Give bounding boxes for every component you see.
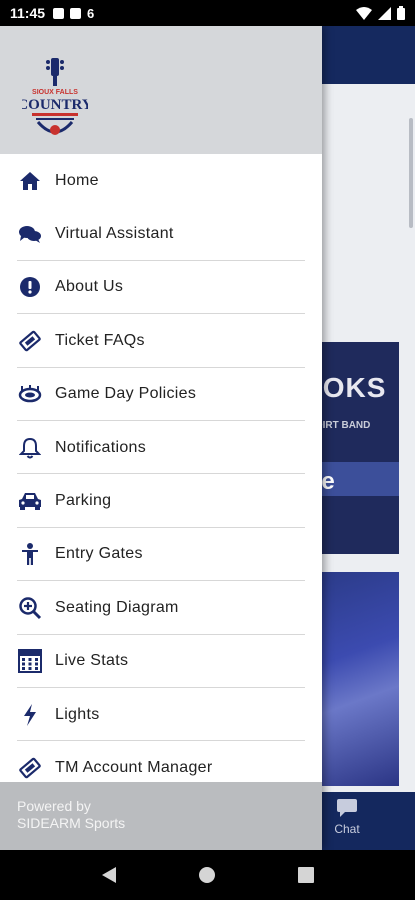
- menu-item-label: Notifications: [55, 438, 147, 456]
- navigation-drawer: SIOUX FALLS COUNTRY Home Virtual Assista…: [0, 26, 322, 850]
- drawer-menu: Home Virtual Assistant About Us Ticket F…: [0, 154, 322, 795]
- menu-item-label: Game Day Policies: [55, 385, 197, 403]
- system-nav-bar: [0, 850, 415, 900]
- menu-item-virtual-assistant[interactable]: Virtual Assistant: [0, 207, 322, 261]
- drawer-footer: Powered by SIDEARM Sports: [0, 782, 322, 850]
- menu-item-lights[interactable]: Lights: [0, 688, 322, 742]
- menu-item-label: Live Stats: [55, 652, 129, 670]
- signal-icon: [378, 6, 391, 20]
- sync-icon: 6: [87, 5, 95, 21]
- ticket-icon: [17, 755, 43, 781]
- wifi-icon: [356, 6, 372, 20]
- menu-item-game-day-policies[interactable]: Game Day Policies: [0, 368, 322, 421]
- menu-item-label: Ticket FAQs: [55, 331, 145, 349]
- svg-text:COUNTRY: COUNTRY: [22, 97, 88, 113]
- menu-item-home[interactable]: Home: [0, 154, 322, 207]
- chat-tab[interactable]: Chat: [326, 798, 368, 836]
- back-icon[interactable]: [101, 866, 117, 884]
- menu-item-entry-gates[interactable]: Entry Gates: [0, 528, 322, 582]
- menu-item-label: Seating Diagram: [55, 598, 179, 616]
- menu-item-seating-diagram[interactable]: Seating Diagram: [0, 581, 322, 635]
- notification-icon: [53, 7, 65, 19]
- menu-item-about-us[interactable]: About Us: [0, 261, 322, 315]
- chat-tab-label: Chat: [334, 822, 360, 836]
- menu-item-live-stats[interactable]: Live Stats: [0, 635, 322, 688]
- menu-item-label: Lights: [55, 705, 100, 723]
- menu-item-label: TM Account Manager: [55, 758, 213, 776]
- zoom-in-icon: [17, 595, 43, 621]
- menu-item-parking[interactable]: Parking: [0, 474, 322, 528]
- sidearm-link[interactable]: SIDEARM Sports: [17, 815, 322, 832]
- menu-item-notifications[interactable]: Notifications: [0, 421, 322, 475]
- bell-icon: [17, 435, 43, 461]
- svg-text:SIOUX FALLS: SIOUX FALLS: [32, 89, 78, 96]
- car-icon: [17, 488, 43, 514]
- home-button-icon[interactable]: [198, 866, 216, 884]
- powered-by-text: Powered by: [17, 798, 91, 814]
- drawer-header: SIOUX FALLS COUNTRY: [0, 26, 322, 154]
- status-bar: 11:45 6: [0, 0, 415, 26]
- lightning-icon: [17, 702, 43, 728]
- home-icon: [17, 168, 43, 194]
- info-exclamation-icon: [17, 274, 43, 300]
- menu-item-label: Entry Gates: [55, 545, 143, 563]
- menu-item-label: About Us: [55, 278, 124, 296]
- ticket-icon: [17, 328, 43, 354]
- status-time: 11:45: [10, 5, 46, 21]
- menu-item-ticket-faqs[interactable]: Ticket FAQs: [0, 314, 322, 368]
- scrollbar[interactable]: [409, 118, 413, 228]
- country-logo: SIOUX FALLS COUNTRY: [22, 58, 88, 135]
- sd-card-icon: [70, 7, 82, 19]
- chat-icon: [337, 799, 357, 817]
- calculator-icon: [17, 648, 43, 674]
- stadium-icon: [17, 381, 43, 407]
- battery-icon: [397, 6, 405, 20]
- recents-icon[interactable]: [298, 867, 315, 883]
- chat-bubbles-icon: [17, 221, 43, 247]
- person-icon: [17, 541, 43, 567]
- menu-item-label: Home: [55, 171, 99, 189]
- menu-item-label: Parking: [55, 492, 112, 510]
- menu-item-label: Virtual Assistant: [55, 225, 174, 243]
